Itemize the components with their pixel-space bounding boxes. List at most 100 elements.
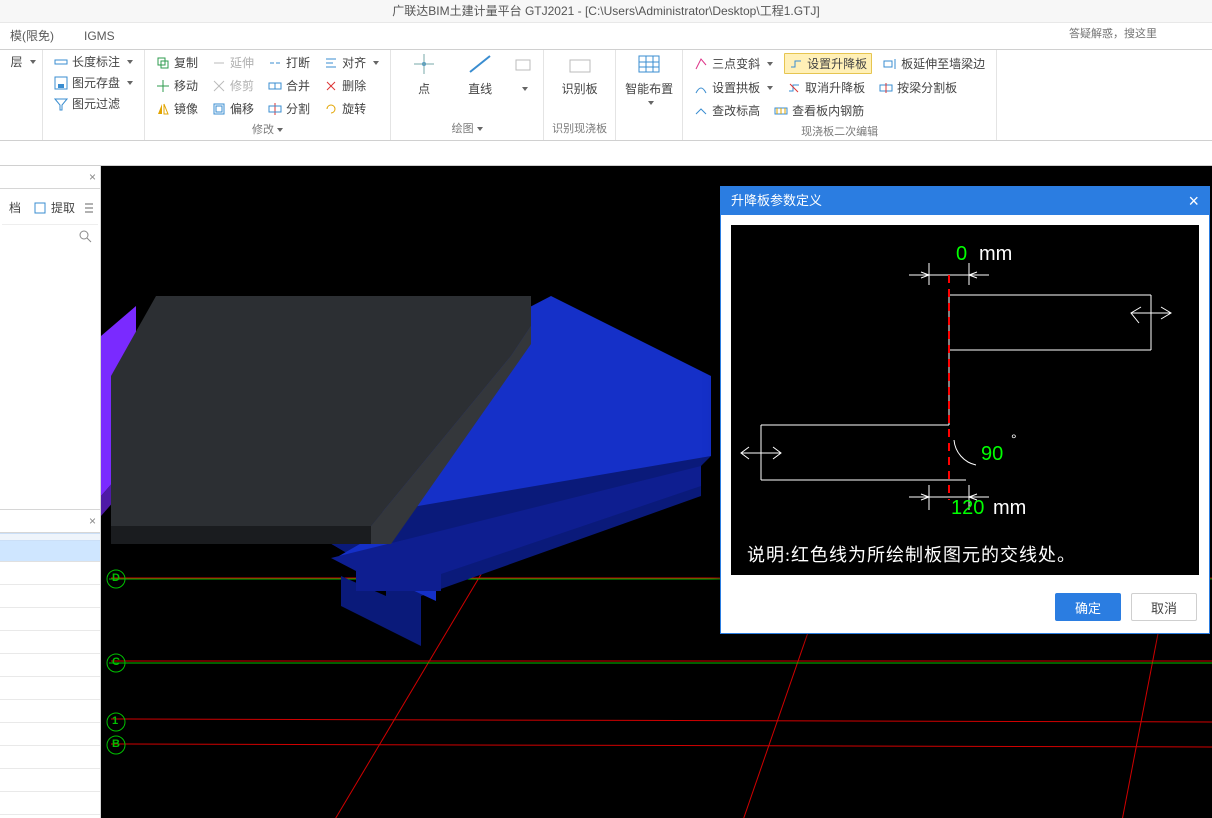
btn-copy[interactable]: 复制 [153, 53, 201, 72]
list-item[interactable] [0, 631, 100, 654]
cancel-lift-icon [787, 81, 801, 95]
point-icon [410, 52, 438, 76]
help-search-input[interactable] [1064, 22, 1204, 46]
dialog-title: 升降板参数定义 [731, 187, 822, 215]
list-item[interactable] [0, 562, 100, 585]
dim-bottom-unit: mm [993, 497, 1026, 520]
btn-set-lift-slab[interactable]: 设置升降板 [784, 53, 872, 74]
mirror-icon [156, 102, 170, 116]
tab-igms[interactable]: IGMS [78, 24, 121, 48]
dropdown-icon [83, 202, 95, 214]
btn-length-dim[interactable]: 长度标注 [51, 52, 136, 71]
list-item[interactable] [0, 677, 100, 700]
move-icon [156, 79, 170, 93]
btn-mirror[interactable]: 镜像 [153, 99, 201, 118]
main-area: × 档 提取 × [0, 166, 1212, 818]
window-title: 广联达BIM土建计量平台 GTJ2021 - [C:\Users\Adminis… [392, 4, 819, 18]
formula-bar [0, 141, 1212, 166]
delete-icon [324, 79, 338, 93]
btn-extend[interactable]: 延伸 [209, 53, 257, 72]
axis-label-b: B [112, 738, 120, 750]
ribbon-group-modify: 复制 延伸 打断 对齐 移动 修剪 合并 删除 镜像 偏移 分割 旋转 修改 [145, 50, 391, 140]
group-label-modify[interactable]: 修改 [252, 119, 283, 141]
list-item[interactable] [0, 792, 100, 815]
list-item[interactable] [0, 700, 100, 723]
btn-cancel-lift-slab[interactable]: 取消升降板 [784, 78, 868, 97]
ribbon-group-dimension: 长度标注 图元存盘 图元过滤 [43, 50, 145, 140]
trim-icon [212, 79, 226, 93]
dialog-cancel-button[interactable]: 取消 [1131, 593, 1197, 621]
list-item[interactable] [0, 746, 100, 769]
dim-bottom-value: 120 [951, 497, 984, 520]
btn-set-arch-slab[interactable]: 设置拱板 [691, 78, 776, 97]
selected-list-item[interactable] [0, 541, 100, 562]
extend-icon [212, 56, 226, 70]
axis-label-1: 1 [112, 715, 118, 727]
btn-split-slab-by-beam[interactable]: 按梁分割板 [876, 78, 960, 97]
btn-check-elevation[interactable]: 查改标高 [691, 101, 763, 120]
btn-extend-slab-to-wall[interactable]: 板延伸至墙梁边 [880, 53, 988, 74]
align-icon [324, 56, 338, 70]
list-item[interactable] [0, 585, 100, 608]
line-icon [466, 52, 494, 76]
btn-extract[interactable]: 提取 [32, 197, 96, 218]
skew-icon [694, 57, 708, 71]
model-canvas[interactable]: D C 1 B 升降板参数定义 × [101, 166, 1212, 818]
group-label-draw[interactable]: 绘图 [452, 118, 483, 140]
ribbon-group-smart: 智能布置 [616, 50, 683, 140]
dialog-title-bar[interactable]: 升降板参数定义 × [721, 187, 1209, 215]
ruler-icon [54, 55, 68, 69]
list-item[interactable] [0, 723, 100, 746]
btn-break[interactable]: 打断 [265, 53, 313, 72]
btn-smart-layout[interactable]: 智能布置 [624, 52, 674, 105]
left-panel: × 档 提取 × [0, 166, 101, 818]
arch-icon [694, 81, 708, 95]
ribbon-group-draw: 点 直线 绘图 [391, 50, 544, 140]
ribbon-group-layer: 层 [4, 50, 43, 140]
window-title-bar: 广联达BIM土建计量平台 GTJ2021 - [C:\Users\Adminis… [0, 0, 1212, 23]
disk-icon [54, 76, 68, 90]
panel-close-icon[interactable]: × [89, 170, 96, 184]
axis-label-c: C [112, 656, 120, 668]
btn-offset[interactable]: 偏移 [209, 99, 257, 118]
layer-dropdown[interactable]: 层 [8, 52, 39, 71]
btn-element-save[interactable]: 图元存盘 [51, 73, 136, 92]
extend-slab-icon [883, 57, 897, 71]
dialog-ok-button[interactable]: 确定 [1055, 593, 1121, 621]
panel-splitter[interactable] [0, 533, 100, 541]
btn-three-point-skew[interactable]: 三点变斜 [691, 53, 776, 74]
dialog-close-icon[interactable]: × [1188, 193, 1199, 209]
btn-dang[interactable]: 档 [8, 197, 22, 218]
btn-recognize-slab[interactable]: 识别板 [555, 52, 605, 97]
btn-trim[interactable]: 修剪 [209, 76, 257, 95]
tab-model[interactable]: 模(限免) [4, 24, 60, 48]
grid-icon [635, 52, 663, 76]
btn-align[interactable]: 对齐 [321, 53, 382, 72]
btn-element-filter[interactable]: 图元过滤 [51, 94, 136, 113]
slab-icon [566, 52, 594, 76]
ribbon-group-slab-edit: 三点变斜 设置升降板 板延伸至墙梁边 设置拱板 取消升降板 按梁分割板 查改标高… [683, 50, 997, 140]
dialog-lift-slab-params: 升降板参数定义 × [720, 186, 1210, 634]
btn-merge[interactable]: 合并 [265, 76, 313, 95]
offset-icon [212, 102, 226, 116]
copy-icon [156, 56, 170, 70]
dim-top-unit: mm [979, 243, 1012, 266]
btn-view-slab-rebar[interactable]: 查看板内钢筋 [771, 101, 867, 120]
btn-draw-more[interactable] [511, 52, 535, 97]
dialog-note: 说明:红色线为所绘制板图元的交线处。 [747, 541, 1076, 567]
btn-rotate[interactable]: 旋转 [321, 99, 369, 118]
list-item[interactable] [0, 769, 100, 792]
list-item[interactable] [0, 608, 100, 631]
btn-point[interactable]: 点 [399, 52, 449, 97]
btn-move[interactable]: 移动 [153, 76, 201, 95]
search-icon[interactable] [78, 229, 92, 243]
btn-line[interactable]: 直线 [455, 52, 505, 97]
ribbon: 层 长度标注 图元存盘 图元过滤 复制 延伸 打 [0, 50, 1212, 141]
btn-split[interactable]: 分割 [265, 99, 313, 118]
btn-delete[interactable]: 删除 [321, 76, 369, 95]
merge-icon [268, 79, 282, 93]
ribbon-group-recognize-slab: 识别板 识别现浇板 [544, 50, 616, 140]
list-item[interactable] [0, 654, 100, 677]
rotate-icon [324, 102, 338, 116]
panel-close-icon-2[interactable]: × [89, 514, 96, 528]
